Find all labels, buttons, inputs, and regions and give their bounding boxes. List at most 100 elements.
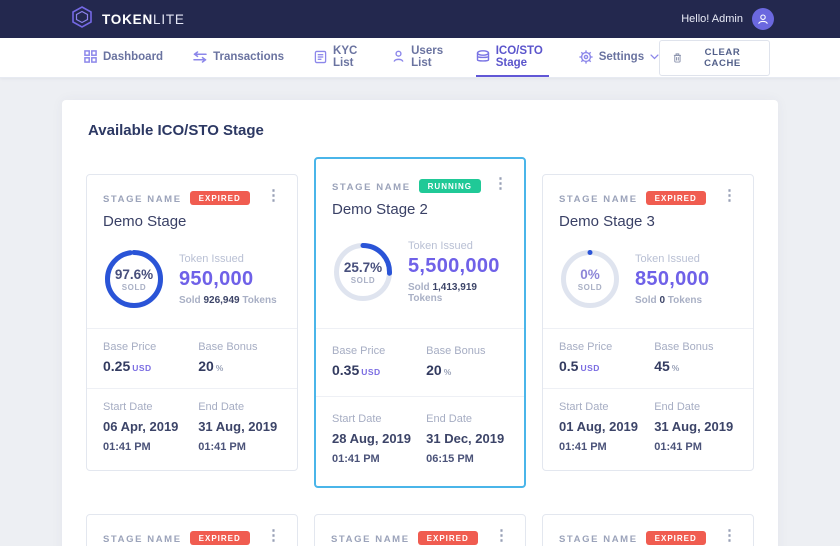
base-bonus-label: Base Bonus	[198, 341, 281, 353]
token-issued-label: Token Issued	[635, 253, 709, 265]
price-section: Base Price 0.25USD Base Bonus 20%	[87, 328, 297, 388]
base-price-label: Base Price	[332, 345, 426, 357]
main-nav: Dashboard Transactions KYC List Users Li…	[0, 38, 840, 78]
end-date-label: End Date	[654, 401, 737, 413]
gear-icon	[579, 50, 593, 64]
sold-progress-ring: 25.7% SOLD	[332, 241, 394, 303]
stage-card: STAGE NAMEEXPIRED Demo Stage 6 ⋮ 0% SOLD…	[542, 514, 754, 546]
stage-card: STAGE NAMEEXPIRED Demo Stage 4 ⋮ 0% SOLD…	[86, 514, 298, 546]
tokenlite-logo-icon	[70, 5, 94, 34]
dates-section: Start Date 01 Aug, 2019 01:41 PM End Dat…	[543, 388, 753, 470]
database-icon	[476, 50, 490, 63]
greeting-text: Hello! Admin	[681, 13, 743, 25]
nav-item-dashboard[interactable]: Dashboard	[84, 38, 163, 77]
user-menu[interactable]: Hello! Admin	[681, 8, 774, 30]
percent-unit: %	[216, 363, 224, 373]
progress-section: 0% SOLD Token Issued 850,000 Sold 0 Toke…	[543, 240, 753, 328]
chevron-down-icon	[650, 54, 659, 60]
sold-amount: 0	[659, 295, 665, 306]
trash-icon	[673, 52, 682, 64]
stage-name-label: STAGE NAME	[103, 534, 182, 545]
nav-item-transactions[interactable]: Transactions	[193, 38, 284, 77]
clear-cache-button[interactable]: CLEAR CACHE	[659, 40, 770, 76]
stage-card: STAGE NAMEEXPIRED Demo Stage 3 ⋮ 0% SOLD…	[542, 174, 754, 471]
sold-caption: SOLD	[578, 283, 603, 292]
end-date-value: 31 Aug, 2019 01:41 PM	[198, 418, 281, 456]
stage-title: Demo Stage 2	[332, 201, 481, 218]
status-badge: EXPIRED	[418, 531, 478, 545]
card-header: STAGE NAMEEXPIRED Demo Stage 3 ⋮	[543, 175, 753, 240]
end-date-value: 31 Dec, 2019 06:15 PM	[426, 430, 508, 468]
stage-panel: Available ICO/STO Stage STAGE NAMEEXPIRE…	[62, 100, 778, 546]
base-bonus-value: 20%	[198, 358, 281, 374]
dates-section: Start Date 06 Apr, 2019 01:41 PM End Dat…	[87, 388, 297, 470]
base-bonus-label: Base Bonus	[426, 345, 508, 357]
nav-item-settings[interactable]: Settings	[579, 38, 659, 77]
currency-unit: USD	[580, 363, 599, 373]
nav-item-kyc-list[interactable]: KYC List	[314, 38, 362, 77]
person-icon	[392, 50, 405, 63]
base-bonus-label: Base Bonus	[654, 341, 737, 353]
start-date-label: Start Date	[332, 413, 426, 425]
base-bonus-value: 20%	[426, 362, 508, 378]
status-badge: EXPIRED	[190, 531, 250, 545]
content-area: Available ICO/STO Stage STAGE NAMEEXPIRE…	[0, 78, 840, 546]
brand-name: TOKENLITE	[102, 12, 185, 27]
status-badge: EXPIRED	[646, 191, 706, 205]
card-header: STAGE NAMEEXPIRED Demo Stage 5 ⋮	[315, 515, 525, 546]
stage-title: Demo Stage	[103, 213, 250, 230]
user-icon	[757, 13, 769, 25]
sold-progress-ring: 97.6% SOLD	[103, 248, 165, 310]
currency-unit: USD	[132, 363, 151, 373]
base-price-value: 0.5USD	[559, 358, 654, 374]
stage-card: STAGE NAMERUNNING Demo Stage 2 ⋮ 25.7% S…	[314, 157, 526, 488]
stage-card: STAGE NAMEEXPIRED Demo Stage 5 ⋮ 0% SOLD…	[314, 514, 526, 546]
end-date-label: End Date	[198, 401, 281, 413]
sold-percent: 0%	[580, 267, 600, 282]
base-price-label: Base Price	[559, 341, 654, 353]
page-title: Available ICO/STO Stage	[88, 122, 754, 139]
more-options-icon[interactable]: ⋮	[722, 189, 737, 203]
sold-tokens-line: Sold 1,413,919 Tokens	[408, 282, 508, 304]
stage-title: Demo Stage 3	[559, 213, 706, 230]
token-issued-value: 950,000	[179, 268, 277, 291]
grid-icon	[84, 50, 97, 63]
price-section: Base Price 0.5USD Base Bonus 45%	[543, 328, 753, 388]
percent-unit: %	[444, 367, 452, 377]
stage-name-label: STAGE NAME	[332, 182, 411, 193]
card-header: STAGE NAME EXPIRED Demo Stage ⋮	[87, 175, 297, 240]
brand[interactable]: TOKENLITE	[70, 5, 185, 34]
stage-name-label: STAGE NAME	[103, 194, 182, 205]
token-issued-label: Token Issued	[408, 240, 508, 252]
progress-section: 25.7% SOLD Token Issued 5,500,000 Sold 1…	[316, 230, 524, 328]
more-options-icon[interactable]: ⋮	[266, 529, 281, 543]
avatar[interactable]	[752, 8, 774, 30]
base-price-value: 0.25USD	[103, 358, 198, 374]
token-issued-value: 850,000	[635, 268, 709, 291]
document-list-icon	[314, 50, 327, 64]
currency-unit: USD	[361, 367, 380, 377]
stage-name-label: STAGE NAME	[331, 534, 410, 545]
sold-amount: 926,949	[203, 295, 239, 306]
stage-name-label: STAGE NAME	[559, 534, 638, 545]
sold-amount: 1,413,919	[432, 282, 477, 293]
status-badge: EXPIRED	[190, 191, 250, 205]
more-options-icon[interactable]: ⋮	[494, 529, 509, 543]
stage-cards-grid: STAGE NAME EXPIRED Demo Stage ⋮ 97.6% SOL…	[86, 157, 754, 546]
percent-unit: %	[672, 363, 680, 373]
more-options-icon[interactable]: ⋮	[266, 189, 281, 203]
sold-percent: 25.7%	[344, 260, 382, 275]
start-date-value: 28 Aug, 2019 01:41 PM	[332, 430, 426, 468]
nav-item-ico-sto-stage[interactable]: ICO/STO Stage	[476, 38, 549, 77]
nav-item-users-list[interactable]: Users List	[392, 38, 446, 77]
top-bar: TOKENLITE Hello! Admin	[0, 0, 840, 38]
stage-card: STAGE NAME EXPIRED Demo Stage ⋮ 97.6% SOL…	[86, 174, 298, 471]
sold-percent: 97.6%	[115, 267, 153, 282]
dates-section: Start Date 28 Aug, 2019 01:41 PM End Dat…	[316, 396, 524, 486]
more-options-icon[interactable]: ⋮	[722, 529, 737, 543]
sold-tokens-line: Sold 926,949 Tokens	[179, 295, 277, 306]
start-date-value: 06 Apr, 2019 01:41 PM	[103, 418, 198, 456]
sold-caption: SOLD	[351, 276, 376, 285]
more-options-icon[interactable]: ⋮	[493, 177, 508, 191]
nav-items: Dashboard Transactions KYC List Users Li…	[84, 38, 659, 77]
